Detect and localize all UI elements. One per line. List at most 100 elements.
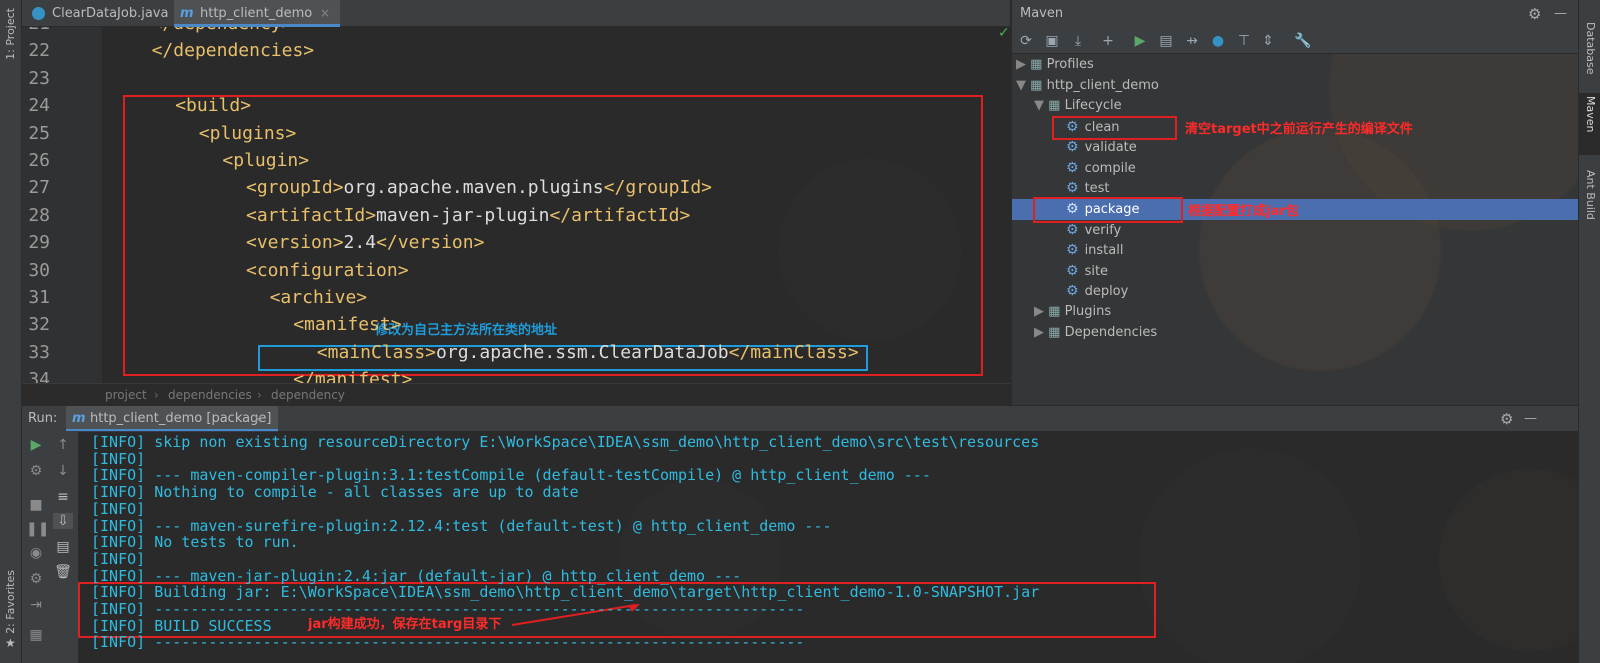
- scroll-down-icon[interactable]: ↓: [53, 463, 73, 479]
- tab-label: ClearDataJob.java: [52, 6, 169, 21]
- left-tool-strip: 1: Project 2: Favorites ★: [0, 0, 22, 663]
- line-number: 29: [28, 232, 50, 254]
- breadcrumb-item[interactable]: project: [105, 384, 147, 406]
- package-annotation: 根据配置打成jar包: [1188, 204, 1299, 219]
- code-editor[interactable]: ✓ 修改为自己主方法所在类的地址 21 </dependency> 22 </depe…: [22, 27, 1010, 394]
- exit-icon[interactable]: ⇥: [26, 597, 46, 613]
- trash-icon[interactable]: 🗑: [53, 564, 73, 580]
- settings-icon[interactable]: ⚙: [26, 571, 46, 587]
- rerun-icon[interactable]: ▶: [26, 437, 46, 453]
- scroll-up-icon[interactable]: ↑: [53, 437, 73, 453]
- code-line: <groupId>org.apache.maven.plugins</group…: [246, 177, 713, 199]
- console-line: [INFO]: [91, 499, 146, 518]
- minimize-icon[interactable]: —: [1524, 406, 1537, 432]
- camera-icon[interactable]: ◉: [26, 545, 46, 561]
- code-line: <configuration>: [246, 259, 409, 281]
- lifecycle-verify[interactable]: ⚙ verify: [1066, 220, 1121, 240]
- run-label: Run:: [28, 411, 58, 426]
- maven-toolbar: ⟳ ▣ ⤓ + ▶ ▤ ⇸ ● ⊤ ⇕ 🔧: [1012, 28, 1578, 54]
- favorites-tool-button[interactable]: 2: Favorites: [4, 570, 17, 634]
- maven-panel-title: Maven: [1020, 6, 1064, 21]
- show-dependencies-icon[interactable]: ⊤: [1236, 33, 1252, 49]
- console-line: [INFO] skip non existing resourceDirecto…: [91, 433, 1040, 451]
- download-icon[interactable]: ⤓: [1070, 33, 1086, 49]
- database-tool-button[interactable]: Database: [1584, 22, 1597, 75]
- code-line: <artifactId>maven-jar-plugin</artifactId…: [246, 204, 691, 226]
- project-tool-button[interactable]: 1: Project: [4, 8, 17, 60]
- tree-item-dependencies[interactable]: ▶ ▦ Dependencies: [1034, 323, 1157, 343]
- console-line: [INFO] BUILD SUCCESS: [91, 616, 272, 635]
- code-line: <build>: [175, 95, 252, 117]
- soft-wrap-icon[interactable]: ≡: [53, 489, 73, 505]
- lifecycle-site[interactable]: ⚙ site: [1066, 261, 1108, 281]
- breadcrumb-item[interactable]: dependency: [271, 384, 345, 406]
- console-line: [INFO] --- maven-compiler-plugin:3.1:tes…: [91, 466, 931, 485]
- breadcrumb-item[interactable]: dependencies: [168, 384, 252, 406]
- breadcrumb: project › dependencies › dependency: [22, 383, 1010, 405]
- line-number: 22: [28, 40, 50, 62]
- tab-clear-data-job[interactable]: ClearDataJob.java: [26, 0, 174, 27]
- java-class-icon: [32, 7, 45, 20]
- run-icon[interactable]: ▶: [1132, 33, 1148, 49]
- gear-icon: ⚙: [1066, 222, 1079, 238]
- gear-icon: ⚙: [1066, 242, 1079, 258]
- console-line: [INFO] No tests to run.: [91, 533, 299, 552]
- execute-goal-icon[interactable]: ▤: [1158, 33, 1174, 49]
- collapse-all-icon[interactable]: ⇕: [1260, 33, 1276, 49]
- clean-highlight: [1052, 116, 1177, 140]
- star-icon: ★: [5, 636, 16, 650]
- line-number: 24: [28, 95, 50, 117]
- tree-item-lifecycle[interactable]: ▼ ▦ Lifecycle: [1034, 96, 1122, 116]
- code-line: <version>2.4</version>: [246, 232, 485, 254]
- minimize-icon[interactable]: —: [1554, 0, 1567, 28]
- console-line: [INFO]: [91, 449, 146, 468]
- lifecycle-deploy[interactable]: ⚙ deploy: [1066, 281, 1128, 301]
- code-line: </dependency>: [152, 27, 293, 34]
- line-number: 27: [28, 177, 50, 199]
- gear-icon: ⚙: [1066, 180, 1079, 196]
- checkmark-icon: ✓: [998, 27, 1010, 41]
- tree-item-project[interactable]: ▼ ▦ http_client_demo: [1016, 76, 1159, 96]
- tab-label: http_client_demo: [200, 6, 313, 21]
- console-output[interactable]: jar构建成功，保存在targ目录下 [INFO] skip non exist…: [78, 431, 1578, 663]
- console-line: [INFO]: [91, 549, 146, 568]
- run-tab-label: http_client_demo [package]: [90, 411, 272, 426]
- stop-icon[interactable]: ■: [26, 497, 46, 513]
- toggle-offline-icon[interactable]: ⇸: [1184, 33, 1200, 49]
- close-icon[interactable]: ×: [320, 0, 330, 27]
- debug-icon[interactable]: ⚙: [26, 463, 46, 479]
- run-panel-header: Run: m http_client_demo [package] × ⚙ —: [22, 405, 1578, 432]
- add-icon[interactable]: +: [1100, 33, 1116, 49]
- line-number: 28: [28, 204, 50, 226]
- skip-tests-icon[interactable]: ●: [1210, 33, 1226, 49]
- close-icon[interactable]: ×: [253, 406, 263, 432]
- console-line: [INFO] ---------------------------------…: [91, 633, 805, 652]
- pause-icon[interactable]: ❚❚: [26, 521, 49, 537]
- line-number: 30: [28, 259, 50, 281]
- tree-item-profiles[interactable]: ▶ ▦ Profiles: [1016, 55, 1094, 75]
- scroll-to-end-icon[interactable]: ⇩: [53, 513, 73, 529]
- generate-sources-icon[interactable]: ▣: [1044, 33, 1060, 49]
- run-toolbar: ▶ ↑ ⚙ ↓ ≡ ■ ⇩ ❚❚ ▤ ◉ 🗑 ⚙ ⇥ ▦: [22, 431, 78, 663]
- lifecycle-validate[interactable]: ⚙ validate: [1066, 137, 1137, 157]
- lifecycle-install[interactable]: ⚙ install: [1066, 240, 1123, 260]
- gear-icon[interactable]: ⚙: [1528, 0, 1541, 28]
- tab-http-client-demo[interactable]: m http_client_demo ×: [174, 0, 340, 27]
- print-icon[interactable]: ▤: [53, 539, 73, 555]
- maven-icon: m: [72, 411, 86, 426]
- wrench-icon[interactable]: 🔧: [1294, 33, 1311, 49]
- tree-item-plugins[interactable]: ▶ ▦ Plugins: [1034, 302, 1111, 322]
- line-number: 32: [28, 314, 50, 336]
- maven-tool-label[interactable]: Maven: [1584, 96, 1597, 132]
- layout-icon[interactable]: ▦: [26, 627, 46, 643]
- right-tool-strip: Database Maven Ant Build: [1578, 0, 1600, 663]
- gear-icon[interactable]: ⚙: [1500, 406, 1513, 432]
- gear-icon: ⚙: [1066, 160, 1079, 176]
- lifecycle-test[interactable]: ⚙ test: [1066, 178, 1110, 198]
- line-number: 23: [28, 67, 50, 89]
- lifecycle-compile[interactable]: ⚙ compile: [1066, 158, 1136, 178]
- reload-icon[interactable]: ⟳: [1018, 33, 1034, 49]
- ant-build-tool-button[interactable]: Ant Build: [1584, 170, 1597, 220]
- console-line: [INFO] --- maven-surefire-plugin:2.12.4:…: [91, 516, 832, 535]
- maven-panel: Maven ⚙ — ⟳ ▣ ⤓ + ▶ ▤ ⇸ ● ⊤ ⇕ 🔧 ▶ ▦ Prof…: [1012, 0, 1578, 405]
